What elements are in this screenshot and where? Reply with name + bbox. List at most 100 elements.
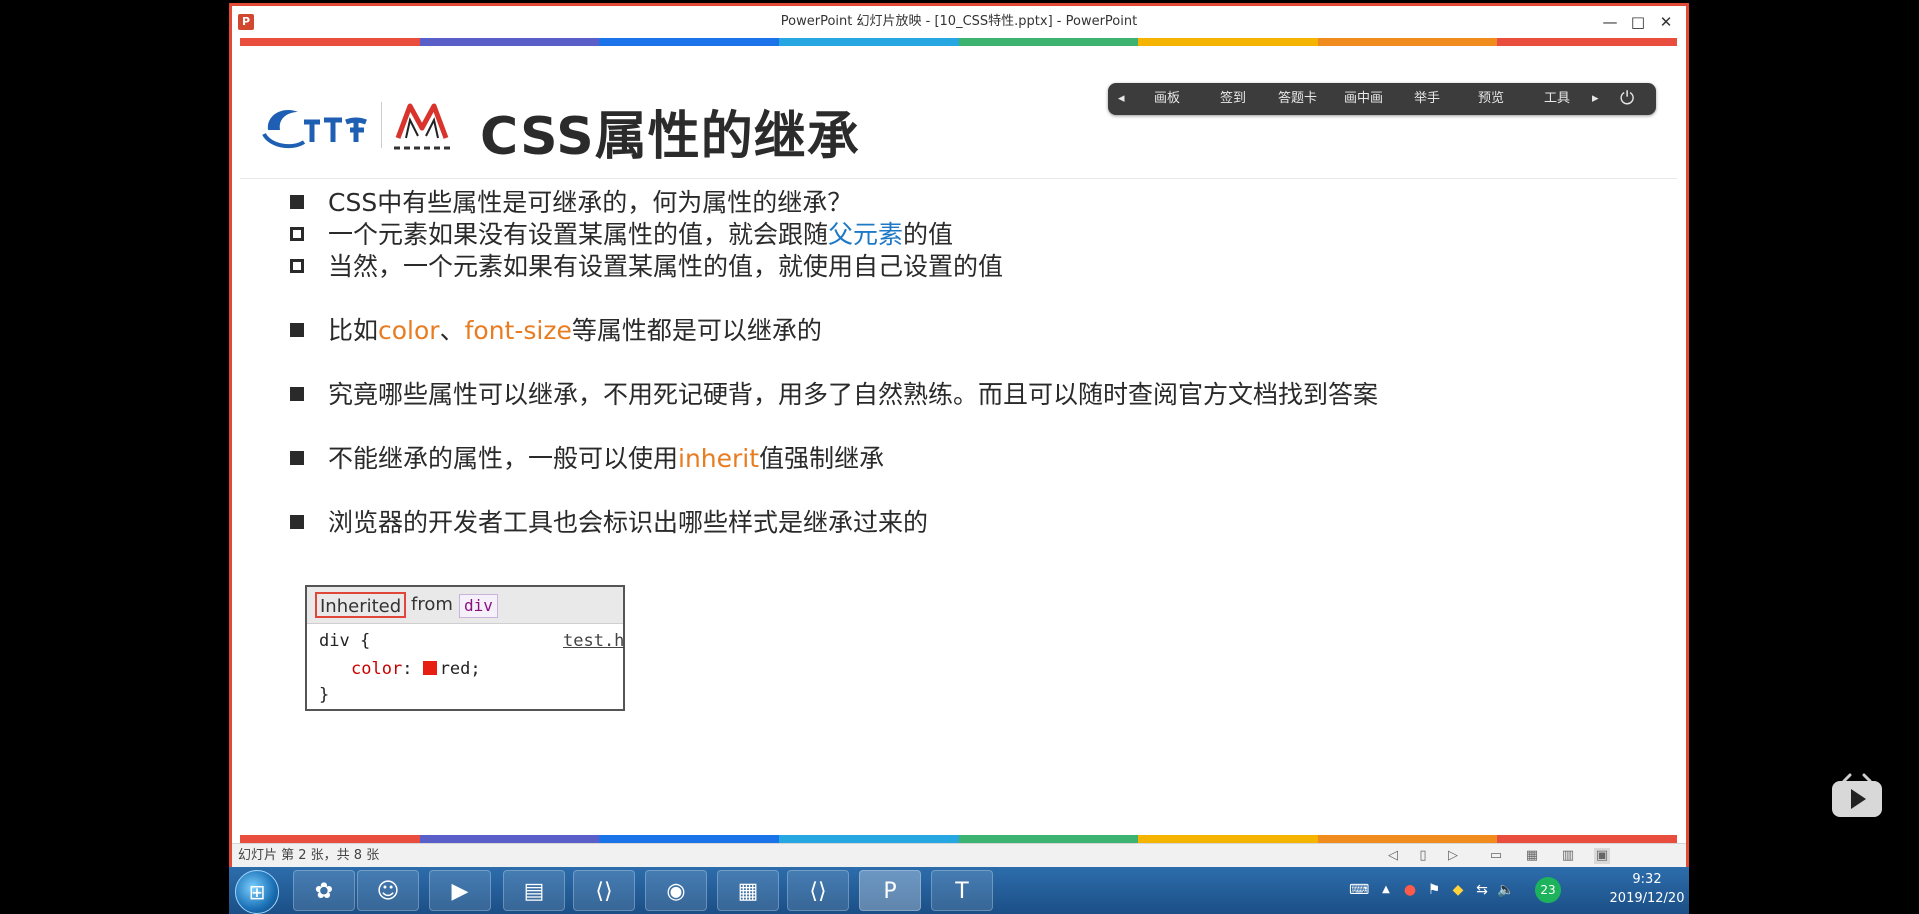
- css-source-link[interactable]: test.h: [563, 631, 624, 651]
- bullet-text-segment: CSS中有些属性是可继承的，何为属性的继承？: [328, 188, 853, 217]
- close-button[interactable]: ✕: [1652, 10, 1680, 34]
- square-bullet-icon: [290, 451, 304, 465]
- slideshow-view-icon[interactable]: ▣: [1594, 848, 1610, 864]
- minimize-button[interactable]: —: [1596, 10, 1624, 34]
- bullet-text-segment: 值强制继承: [759, 444, 885, 473]
- notification-badge[interactable]: 23: [1535, 877, 1561, 903]
- title-bar[interactable]: P PowerPoint 幻灯片放映 - [10_CSS特性.pptx] - P…: [232, 6, 1686, 38]
- toolbar-item-pip[interactable]: 画中画: [1344, 83, 1383, 115]
- status-bar: 幻灯片 第 2 张，共 8 张 ◁ ▯ ▷ ▭ ▦ ▥ ▣: [232, 843, 1686, 868]
- stripe-segment: [958, 835, 1140, 843]
- square-bullet-icon: [290, 515, 304, 529]
- vscode-icon-2[interactable]: ⟨⟩: [787, 870, 849, 911]
- media-player-icon[interactable]: ▶: [429, 870, 491, 911]
- company-logo: [262, 110, 367, 149]
- bullet-text: 究竟哪些属性可以继承，不用死记硬背，用多了自然熟练。而且可以随时查阅官方文档找到…: [328, 378, 1378, 412]
- keyboard-tray-icon[interactable]: ⌨: [1349, 881, 1369, 899]
- css-declaration: color: red;: [351, 659, 481, 679]
- normal-view-icon[interactable]: ▭: [1488, 848, 1504, 864]
- bullet-text-segment: 一个元素如果没有设置某属性的值，就会跟随: [328, 220, 829, 249]
- stripe-segment: [1317, 835, 1499, 843]
- sorter-view-icon[interactable]: ▦: [1524, 848, 1540, 864]
- toolbar-collapse-icon[interactable]: ◂: [1118, 83, 1125, 115]
- toolbar-item-tools[interactable]: 工具: [1544, 83, 1570, 115]
- stripe-segment: [419, 38, 601, 46]
- clock-date[interactable]: 2019/12/20: [1609, 891, 1685, 906]
- stripe-segment: [1317, 38, 1499, 46]
- toolbar-item-raise-hand[interactable]: 举手: [1414, 83, 1440, 115]
- slide-title: CSS属性的继承: [480, 107, 860, 167]
- chrome-icon[interactable]: ◉: [645, 870, 707, 911]
- power-icon[interactable]: ⏻: [1620, 83, 1634, 115]
- css-value: red;: [439, 659, 481, 679]
- prev-slide-icon[interactable]: ◁: [1385, 848, 1401, 864]
- window-title: PowerPoint 幻灯片放映 - [10_CSS特性.pptx] - Pow…: [780, 14, 1138, 29]
- next-slide-icon[interactable]: ▷: [1445, 848, 1461, 864]
- maximize-button[interactable]: □: [1624, 10, 1652, 34]
- bullet-text-segment: 、: [439, 316, 465, 345]
- xiaomage-logo: [392, 103, 456, 152]
- video-play-overlay-icon[interactable]: [1830, 773, 1884, 819]
- record-tray-icon[interactable]: ●: [1401, 881, 1419, 899]
- inherited-tag: div: [459, 594, 498, 618]
- stripe-segment: [1497, 38, 1677, 46]
- stripe-segment: [599, 835, 780, 843]
- toolbar-item-preview[interactable]: 预览: [1478, 83, 1504, 115]
- header-divider: [240, 178, 1677, 179]
- bullet-text: 一个元素如果没有设置某属性的值，就会跟随父元素的值: [328, 218, 953, 252]
- bullet-text-segment: 的值: [903, 220, 954, 249]
- color-swatch-icon[interactable]: [422, 661, 437, 675]
- clock-time[interactable]: 9:32: [1609, 872, 1685, 887]
- css-close-brace: }: [319, 685, 330, 705]
- vscode-icon[interactable]: ⟨⟩: [573, 870, 635, 911]
- css-property: color: [351, 659, 403, 679]
- avatar-app-icon[interactable]: ☺: [357, 870, 419, 911]
- bullet-text: 浏览器的开发者工具也会标识出哪些样式是继承过来的: [328, 506, 928, 540]
- stripe-segment: [240, 835, 421, 843]
- powerpoint-window: P PowerPoint 幻灯片放映 - [10_CSS特性.pptx] - P…: [229, 3, 1689, 912]
- bullet-text: 比如color、font-size等属性都是可以继承的: [328, 314, 822, 348]
- stripe-segment: [958, 38, 1140, 46]
- typora-icon[interactable]: T: [931, 870, 993, 911]
- stripe-segment: [778, 835, 960, 843]
- toolbar-expand-icon[interactable]: ▸: [1592, 83, 1599, 115]
- bullet-text-segment: 比如: [328, 316, 379, 345]
- logo-divider: [381, 102, 382, 148]
- toolbar-item-answer-card[interactable]: 答题卡: [1278, 83, 1317, 115]
- slide-menu-icon[interactable]: ▯: [1415, 848, 1431, 864]
- stripe-segment: [599, 38, 780, 46]
- reading-view-icon[interactable]: ▥: [1560, 848, 1576, 864]
- colorful-app-icon[interactable]: ✿: [293, 870, 355, 911]
- toolbar-item-checkin[interactable]: 签到: [1220, 83, 1246, 115]
- bullet-text-segment: 不能继承的属性，一般可以使用: [328, 444, 679, 473]
- stripe-segment: [1138, 38, 1319, 46]
- slide-canvas[interactable]: CSS属性的继承 ◂ 画板 签到 答题卡 画中画 举手 预览 工具 ▸ ⏻ CS…: [240, 38, 1677, 843]
- bullet-text-segment: 究竟哪些属性可以继承，不用死记硬背，用多了自然熟练。而且可以随时查阅官方文档找到…: [328, 380, 1379, 409]
- css-selector: div {: [319, 631, 371, 651]
- highlighted-term: 父元素: [828, 220, 904, 249]
- start-button-icon[interactable]: ⊞: [235, 870, 279, 914]
- hollow-square-bullet-icon: [290, 227, 304, 241]
- tray-expand-icon[interactable]: ▲: [1377, 881, 1395, 899]
- stripe-segment: [1138, 835, 1319, 843]
- slide-counter: 幻灯片 第 2 张，共 8 张: [238, 848, 380, 863]
- inherited-label: Inherited: [315, 592, 407, 618]
- network-tray-icon[interactable]: ⇆: [1473, 881, 1491, 899]
- powerpoint-taskbar-icon[interactable]: P: [859, 870, 921, 911]
- css-colon: :: [402, 659, 413, 679]
- bullet-text-segment: 等属性都是可以继承的: [571, 316, 822, 345]
- file-explorer-icon[interactable]: ▤: [503, 870, 565, 911]
- bullet-text-segment: 当然，一个元素如果有设置某属性的值，就使用自己设置的值: [328, 252, 1004, 281]
- devtools-header: Inherited from div: [307, 587, 623, 624]
- hollow-square-bullet-icon: [290, 259, 304, 273]
- stripe-segment: [1497, 835, 1677, 843]
- devtools-inherited-snippet: Inherited from div div { test.h color: r…: [305, 585, 625, 711]
- calendar-app-icon[interactable]: ▦: [717, 870, 779, 911]
- highlighted-term: inherit: [678, 444, 760, 473]
- stripe-segment: [778, 38, 960, 46]
- volume-tray-icon[interactable]: 🔈: [1497, 881, 1515, 899]
- flag-tray-icon[interactable]: ⚑: [1425, 881, 1443, 899]
- app-tray-icon[interactable]: ◆: [1449, 881, 1467, 899]
- stripe-segment: [419, 835, 601, 843]
- toolbar-item-whiteboard[interactable]: 画板: [1154, 83, 1180, 115]
